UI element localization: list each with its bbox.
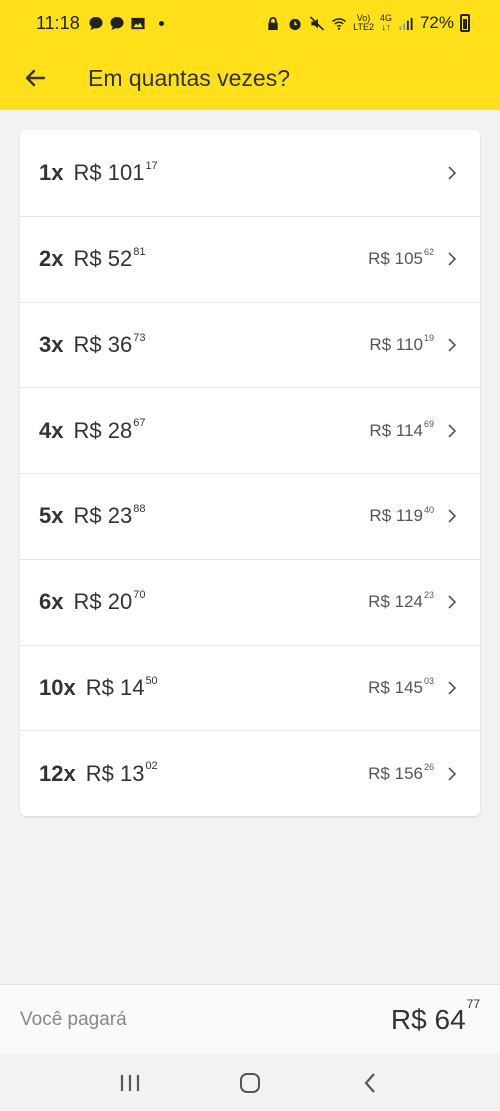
- battery-icon: [460, 14, 470, 32]
- status-time: 11:18: [36, 12, 80, 33]
- installment-amount: R$ 1450: [85, 674, 158, 700]
- installment-total: R$ 11019: [369, 333, 434, 354]
- alarm-icon: [289, 18, 301, 30]
- summary-cents: 77: [466, 997, 480, 1012]
- installment-qty: 12x: [39, 760, 76, 786]
- installment-amount: R$ 2070: [73, 588, 146, 615]
- mute-icon: [310, 15, 325, 31]
- installment-option-6x[interactable]: 6x R$ 2070 R$ 12423: [20, 558, 480, 645]
- installment-qty: 5x: [39, 503, 64, 529]
- nav-back-button[interactable]: [350, 1063, 390, 1103]
- installment-option-1x[interactable]: 1x R$ 10117: [20, 130, 480, 216]
- installment-cents: 81: [133, 245, 146, 258]
- recent-apps-button[interactable]: [110, 1063, 150, 1103]
- notification-dot-icon: [158, 20, 164, 26]
- summary-value: R$ 6477: [390, 997, 480, 1035]
- installment-qty: 1x: [39, 159, 64, 185]
- installment-total: R$ 15626: [368, 761, 434, 783]
- installment-amount: R$ 3673: [73, 331, 146, 357]
- installment-list: 1x R$ 10117 2x R$ 5281 R$ 10562 3x R$ 36…: [20, 130, 480, 816]
- chevron-right-icon: [448, 509, 457, 523]
- chevron-right-icon: [448, 338, 457, 352]
- lock-icon: [268, 16, 278, 30]
- installment-cents: 17: [145, 159, 158, 172]
- signal-icon: [399, 17, 413, 30]
- arrow-left-icon: [25, 69, 46, 87]
- installment-total: R$ 10562: [368, 247, 434, 269]
- installment-qty: 4x: [39, 417, 64, 443]
- installment-total: R$ 12423: [368, 590, 434, 612]
- installment-option-12x[interactable]: 12x R$ 1302 R$ 15626: [20, 730, 480, 816]
- chevron-right-icon: [448, 424, 457, 438]
- installment-qty: 3x: [39, 331, 64, 357]
- installment-cents: 88: [133, 503, 146, 516]
- installment-amount: R$ 2388: [73, 503, 146, 529]
- back-button[interactable]: [0, 46, 70, 110]
- installment-amount: R$ 1302: [85, 760, 158, 786]
- payment-summary: Você pagará R$ 6477: [0, 984, 500, 1054]
- chat-bubble-icon: [89, 16, 103, 30]
- installment-option-4x[interactable]: 4x R$ 2867 R$ 11469: [20, 387, 480, 473]
- home-icon: [240, 1072, 260, 1093]
- app-bar: Em quantas vezes?: [0, 46, 500, 110]
- network-lte-label: LTE2: [353, 22, 374, 32]
- system-nav-bar: [0, 1054, 500, 1111]
- installment-total: R$ 11469: [369, 418, 434, 440]
- status-bar: 11:18 Vo) LTE2 4G ↓↑ 72%: [0, 0, 500, 46]
- installment-qty: 10x: [39, 674, 76, 700]
- chevron-right-icon: [448, 681, 457, 695]
- installment-cents: 73: [133, 331, 146, 344]
- installment-option-10x[interactable]: 10x R$ 1450 R$ 14503: [20, 644, 480, 731]
- installment-cents: 02: [145, 760, 158, 773]
- installment-option-5x[interactable]: 5x R$ 2388 R$ 11940: [20, 473, 480, 559]
- installment-amount: R$ 2867: [73, 417, 146, 443]
- installment-qty: 2x: [39, 246, 64, 272]
- installment-total: R$ 11940: [369, 504, 434, 526]
- installment-qty: 6x: [39, 589, 64, 615]
- image-icon: [131, 17, 145, 29]
- recent-apps-icon: [120, 1074, 140, 1091]
- installment-total: [433, 163, 434, 183]
- chevron-right-icon: [448, 252, 457, 266]
- home-button[interactable]: [230, 1063, 270, 1103]
- battery-percent: 72%: [419, 13, 454, 32]
- installment-amount: R$ 10117: [73, 159, 158, 185]
- chevron-left-icon: [364, 1072, 375, 1093]
- installment-cents: 50: [145, 674, 158, 687]
- installment-option-3x[interactable]: 3x R$ 3673 R$ 11019: [20, 301, 480, 388]
- summary-label: Você pagará: [20, 1008, 127, 1030]
- chat-bubble-icon: [110, 16, 124, 30]
- installment-cents: 67: [133, 417, 146, 430]
- data-arrows-icon: ↓↑: [381, 22, 391, 32]
- installment-option-2x[interactable]: 2x R$ 5281 R$ 10562: [20, 215, 480, 302]
- installment-amount: R$ 5281: [73, 245, 146, 272]
- installment-cents: 70: [133, 588, 146, 601]
- page-title: Em quantas vezes?: [88, 64, 291, 91]
- installment-total: R$ 14503: [368, 676, 434, 697]
- chevron-right-icon: [448, 767, 457, 781]
- chevron-right-icon: [448, 166, 457, 180]
- chevron-right-icon: [448, 595, 457, 609]
- wifi-icon: [332, 17, 347, 30]
